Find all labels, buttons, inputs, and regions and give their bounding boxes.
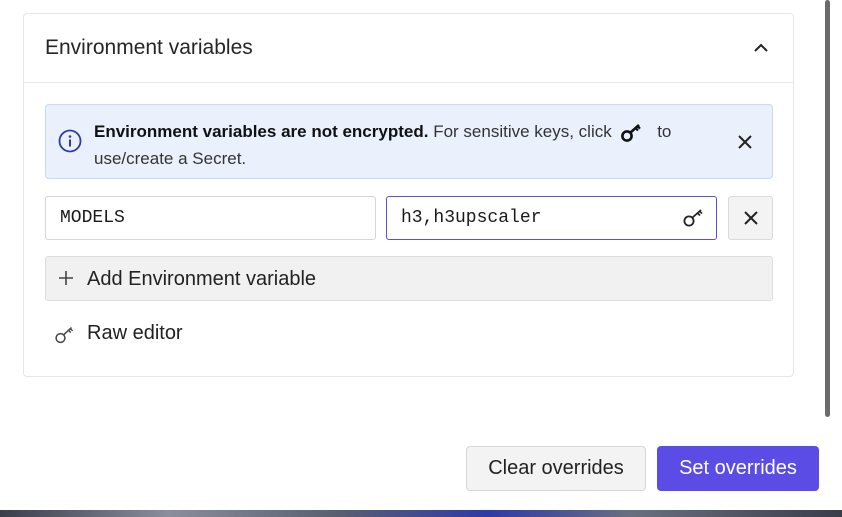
key-icon: [54, 325, 76, 345]
close-icon: [744, 211, 758, 225]
scrollbar-thumb[interactable]: [825, 0, 830, 417]
raw-editor-label: Raw editor: [87, 322, 183, 344]
banner-bold-text: Environment variables are not encrypted.: [94, 122, 429, 141]
secret-key-icon[interactable]: [682, 208, 706, 228]
panel-title: Environment variables: [45, 36, 253, 59]
raw-editor-link[interactable]: Raw editor: [45, 317, 245, 353]
add-environment-variable-button[interactable]: Add Environment variable: [45, 256, 773, 301]
key-icon: [620, 123, 644, 143]
remove-variable-button[interactable]: [728, 196, 773, 240]
overrides-dialog: Environment variables Environment variab…: [0, 0, 836, 512]
banner-message: Environment variables are not encrypted.…: [94, 118, 704, 172]
clear-overrides-button[interactable]: Clear overrides: [466, 446, 646, 491]
close-icon[interactable]: [736, 133, 754, 151]
banner-text-before: For sensitive keys, click: [433, 122, 612, 141]
chevron-up-icon[interactable]: [751, 38, 771, 58]
encryption-warning-banner: Environment variables are not encrypted.…: [45, 104, 773, 179]
info-icon: [58, 129, 82, 153]
add-button-label: Add Environment variable: [87, 268, 317, 290]
plus-icon: [59, 271, 73, 285]
set-overrides-button[interactable]: Set overrides: [657, 446, 819, 491]
env-name-value: MODELS: [60, 208, 125, 228]
background-strip: [0, 510, 842, 517]
environment-variables-panel: Environment variables Environment variab…: [23, 13, 794, 377]
env-name-input[interactable]: MODELS: [45, 196, 376, 240]
env-value-text: h3,h3upscaler: [401, 208, 542, 228]
panel-header[interactable]: Environment variables: [24, 14, 793, 83]
env-value-input[interactable]: h3,h3upscaler: [386, 196, 717, 240]
